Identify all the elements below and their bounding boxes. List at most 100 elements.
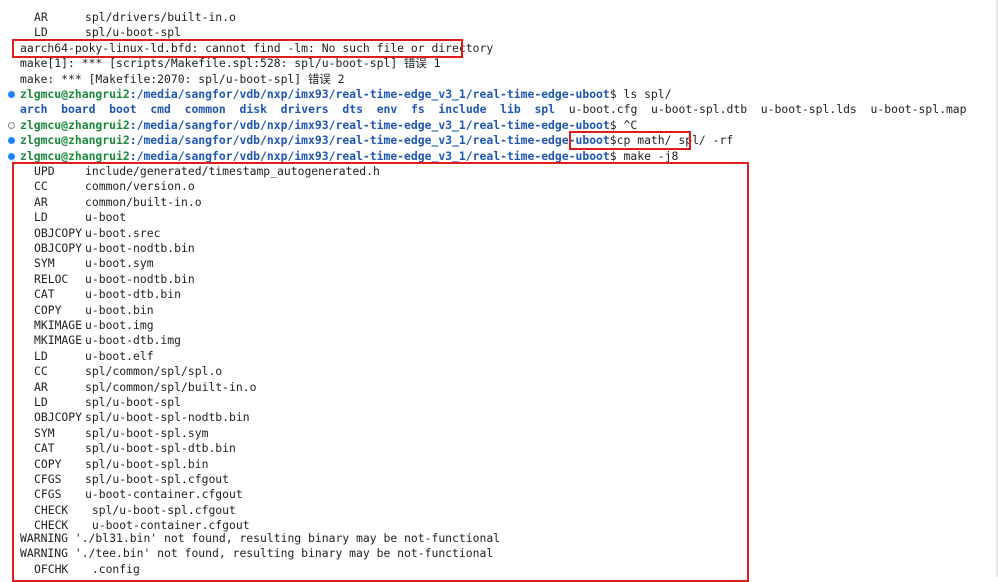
build-step-tag: SYM [34,256,55,271]
build-line: SYM spl/u-boot-spl.sym [0,426,208,441]
build-step-tag: AR [34,379,48,394]
build-step-tag: CC [34,179,48,194]
dir-entry: disk [239,102,267,117]
build-step-tag: CAT [34,441,55,456]
prompt-line-cp: zlgmcu@zhangrui2:/media/sangfor/vdb/nxp/… [0,133,733,148]
build-line: OBJCOPY spl/u-boot-spl-nodtb.bin [0,410,250,425]
build-step-target: u-boot-nodtb.bin [85,271,195,286]
build-step-target: spl/u-boot-spl-nodtb.bin [85,410,250,425]
build-line: COPY u-boot.bin [0,303,154,318]
dir-entry: lib [500,102,521,117]
build-line: CFGS u-boot-container.cfgout [0,487,243,502]
build-line: CC common/version.o [0,179,195,194]
build-step-tag: CFGS [34,487,62,502]
build-step-tag: COPY [34,456,62,471]
dir-entry: boot [109,102,137,117]
dir-entry: fs [410,102,425,117]
build-step-target: spl/u-boot-spl.cfgout [85,472,230,486]
dir-entry: include [438,102,487,117]
build-step-target: include/generated/timestamp_autogenerate… [85,164,380,178]
build-step-target: spl/common/spl/spl.o [85,364,223,379]
build-step-tag: AR [34,194,48,209]
build-step-target: common/version.o [85,179,195,194]
file-entry: u-boot.cfg [568,102,638,117]
output-line: AR spl/drivers/built-in.o [34,10,236,24]
build-line: RELOC u-boot-nodtb.bin [0,272,195,287]
build-line: MKIMAGE u-boot-dtb.img [0,333,181,348]
build-line: LD u-boot.elf [0,349,154,364]
build-step-target: u-boot-dtb.bin [85,287,182,302]
build-step-target: spl/u-boot-spl.cfgout [85,502,236,517]
build-step-target: u-boot.elf [85,348,154,363]
ls-output-line: arch board boot cmd common disk drivers … [0,102,967,117]
command-pending-icon[interactable] [8,121,15,129]
build-step-tag: CHECK [34,502,69,517]
build-line: LD spl/u-boot-spl [0,395,181,410]
build-step-target: u-boot-dtb.img [85,333,182,348]
file-entry: u-boot-spl.lds [760,102,857,117]
build-line: OBJCOPY u-boot.srec [0,226,160,241]
build-line: UPD include/generated/timestamp_autogener… [0,164,380,179]
build-step-tag: LD [34,348,48,363]
build-step-target: u-boot.sym [85,256,154,271]
dir-entry: spl [534,102,556,117]
build-step-target: u-boot-nodtb.bin [85,241,195,255]
build-line: LD u-boot [0,210,126,225]
output-line: LD spl/u-boot-spl [34,25,182,40]
build-line: MKIMAGE u-boot.img [0,318,154,333]
make-error-line: make[1]: *** [scripts/Makefile.spl:528: … [20,56,441,71]
build-step-target: spl/u-boot-spl [85,395,182,409]
build-step-tag: OBJCOPY [34,225,83,240]
build-step-tag: OBJCOPY [34,241,83,255]
build-step-tag: RELOC [34,271,69,286]
build-step-tag: UPD [34,164,55,178]
command-success-icon[interactable] [8,91,15,98]
build-step-tag: LD [34,210,48,225]
build-step-tag: CAT [34,287,55,302]
build-line: CAT u-boot-dtb.bin [0,287,181,302]
file-entry: u-boot-spl.dtb [651,102,748,117]
output-line: OFCHK .config [34,561,140,576]
linker-error-line: aarch64-poky-linux-ld.bfd: cannot find -… [20,40,494,55]
build-step-target: spl/u-boot-spl-dtb.bin [85,441,236,456]
build-step-target: spl/u-boot-spl.sym [85,425,209,440]
build-step-tag: MKIMAGE [34,318,83,332]
build-step-target: u-boot [85,210,127,225]
command-success-icon[interactable] [8,152,15,160]
build-step-tag: CFGS [34,472,62,486]
dir-entry: common [184,102,226,117]
file-entry: u-boot-spl.map [870,102,967,117]
build-step-target: spl/u-boot-spl.bin [85,456,209,471]
dir-entry: arch [20,102,48,117]
build-step-target: u-boot-container.cfgout [85,487,243,502]
build-step-target: common/built-in.o [85,194,202,209]
prompt-line-ls: zlgmcu@zhangrui2:/media/sangfor/vdb/nxp/… [0,87,672,102]
build-line: OBJCOPY u-boot-nodtb.bin [0,241,195,256]
build-step-tag: LD [34,395,48,409]
terminal-output[interactable]: AR spl/drivers/built-in.o LD spl/u-boot-sp… [0,0,998,582]
build-step-target: u-boot.img [85,318,154,332]
build-step-tag: MKIMAGE [34,333,83,348]
command-success-icon[interactable] [8,137,15,145]
build-step-tag: SYM [34,425,55,440]
build-step-target: u-boot.bin [85,302,154,317]
build-line: CAT spl/u-boot-spl-dtb.bin [0,441,236,456]
dir-entry: drivers [280,102,329,117]
prompt-line-make: zlgmcu@zhangrui2:/media/sangfor/vdb/nxp/… [0,149,678,164]
build-step-target: u-boot.srec [85,225,161,240]
warning-line: WARNING './tee.bin' not found, resulting… [20,546,494,561]
build-step-tag: OBJCOPY [34,410,83,425]
build-line: COPY spl/u-boot-spl.bin [0,457,208,472]
build-step-tag: CC [34,364,48,379]
build-step-target: spl/common/spl/built-in.o [85,379,257,394]
warning-line: WARNING './bl31.bin' not found, resultin… [20,530,501,545]
prompt-line-interrupt: zlgmcu@zhangrui2:/media/sangfor/vdb/nxp/… [0,118,637,133]
dir-entry: board [61,102,96,117]
build-line: SYM u-boot.sym [0,256,154,271]
build-line: CFGS spl/u-boot-spl.cfgout [0,472,229,487]
build-line: CHECK spl/u-boot-spl.cfgout [0,503,236,518]
build-line: CC spl/common/spl/spl.o [0,364,222,379]
make-error-line: make: *** [Makefile:2070: spl/u-boot-spl… [20,71,345,86]
build-line: AR spl/common/spl/built-in.o [0,380,256,395]
build-step-tag: COPY [34,302,62,317]
